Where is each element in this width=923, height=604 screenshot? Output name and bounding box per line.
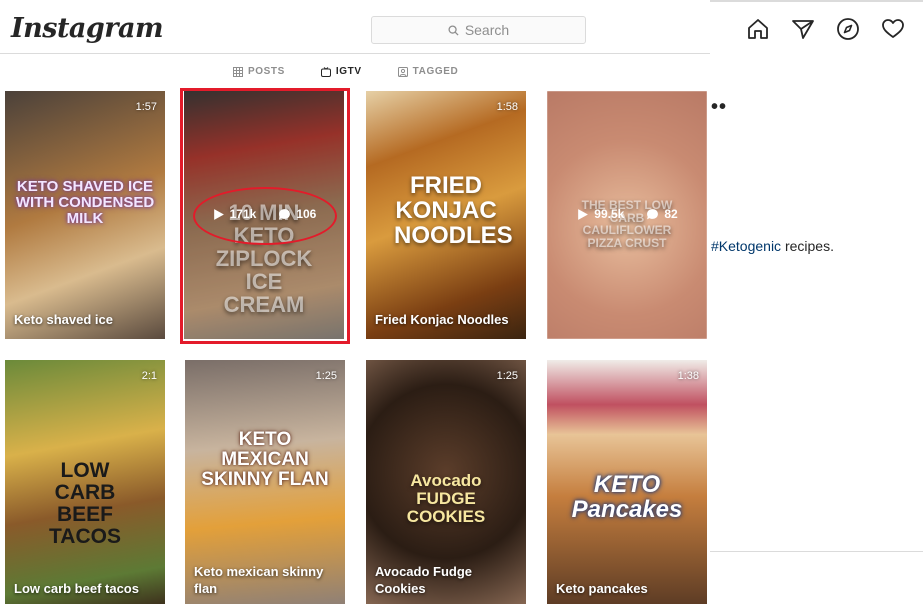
- tab-tagged[interactable]: TAGGED: [397, 66, 459, 77]
- igtv-video-tile[interactable]: 1:57 KETO SHAVED ICE WITH CONDENSED MILK…: [5, 91, 165, 339]
- play-icon: [578, 208, 589, 220]
- igtv-video-tile[interactable]: 1:38 KETO Pancakes Keto pancakes: [547, 360, 707, 604]
- thumbnail-overlay-text: FRIED KONJAC NOODLES: [394, 172, 513, 250]
- video-duration: 2:1: [141, 370, 157, 382]
- thumbnail-overlay-text: LOW CARB BEEF TACOS: [49, 459, 121, 549]
- video-duration: 1:58: [496, 101, 518, 113]
- video-caption: Avocado Fudge Cookies: [375, 563, 473, 597]
- thumbnail-overlay-text: KETO MEXICAN SKINNY FLAN: [201, 429, 329, 490]
- igtv-video-tile[interactable]: 1:58 FRIED KONJAC NOODLES Fried Konjac N…: [366, 91, 526, 339]
- right-panel-dots: ••: [711, 96, 728, 118]
- instagram-logo[interactable]: Instagram: [11, 13, 164, 44]
- comment-icon: [647, 208, 659, 219]
- search-input[interactable]: Search: [371, 16, 586, 44]
- tab-posts[interactable]: POSTS: [233, 66, 285, 77]
- tab-igtv[interactable]: IGTV: [320, 66, 362, 77]
- profile-tabs: POSTS IGTV TAGGED: [233, 66, 458, 77]
- video-duration: 1:25: [496, 370, 518, 382]
- hashtag-link[interactable]: #Ketogenic: [711, 238, 781, 254]
- igtv-icon: [320, 66, 331, 77]
- highlight-ellipse: [193, 187, 337, 245]
- tab-posts-label: POSTS: [248, 66, 285, 77]
- right-panel: [710, 54, 923, 552]
- activity-heart-icon[interactable]: [881, 17, 905, 41]
- search-placeholder: Search: [464, 22, 510, 38]
- profile-bio-text: #Ketogenic recipes.: [711, 238, 834, 254]
- thumbnail-overlay-text: KETO Pancakes: [571, 471, 683, 524]
- bio-text: recipes.: [781, 238, 834, 254]
- video-caption: Fried Konjac Noodles: [375, 312, 509, 328]
- search-icon: [448, 24, 459, 36]
- grid-icon: [233, 66, 243, 77]
- nav-icons: [746, 17, 905, 41]
- tagged-icon: [397, 66, 408, 77]
- tab-tagged-label: TAGGED: [412, 66, 459, 77]
- direct-icon[interactable]: [791, 17, 815, 41]
- top-navbar: Instagram Search: [0, 0, 710, 54]
- video-duration: 1:57: [135, 101, 157, 113]
- video-duration: 1:25: [315, 370, 337, 382]
- igtv-video-tile[interactable]: 1:25 Avocado FUDGE COOKIES Avocado Fudge…: [366, 360, 526, 604]
- video-caption: Keto pancakes: [556, 581, 648, 597]
- explore-icon[interactable]: [836, 17, 860, 41]
- thumbnail-overlay-text: KETO SHAVED ICE WITH CONDENSED MILK: [15, 178, 155, 227]
- thumbnail-overlay-text: Avocado FUDGE COOKIES: [406, 471, 486, 526]
- comment-count: 82: [646, 207, 678, 221]
- video-caption: Keto mexican skinny flan: [194, 563, 324, 597]
- home-icon[interactable]: [746, 17, 770, 41]
- igtv-video-tile[interactable]: 2:1 LOW CARB BEEF TACOS Low carb beef ta…: [5, 360, 165, 604]
- view-count: 99.5k: [576, 207, 624, 221]
- igtv-video-tile[interactable]: 1:25 KETO MEXICAN SKINNY FLAN Keto mexic…: [185, 360, 345, 604]
- video-duration: 1:38: [677, 370, 699, 382]
- igtv-video-tile-hovered[interactable]: THE BEST LOW CARB CAULIFLOWER PIZZA CRUS…: [547, 91, 707, 339]
- video-caption: Keto shaved ice: [14, 312, 113, 328]
- video-stats: 99.5k 82: [547, 207, 707, 221]
- video-caption: Low carb beef tacos: [14, 581, 139, 597]
- tab-igtv-label: IGTV: [335, 66, 362, 77]
